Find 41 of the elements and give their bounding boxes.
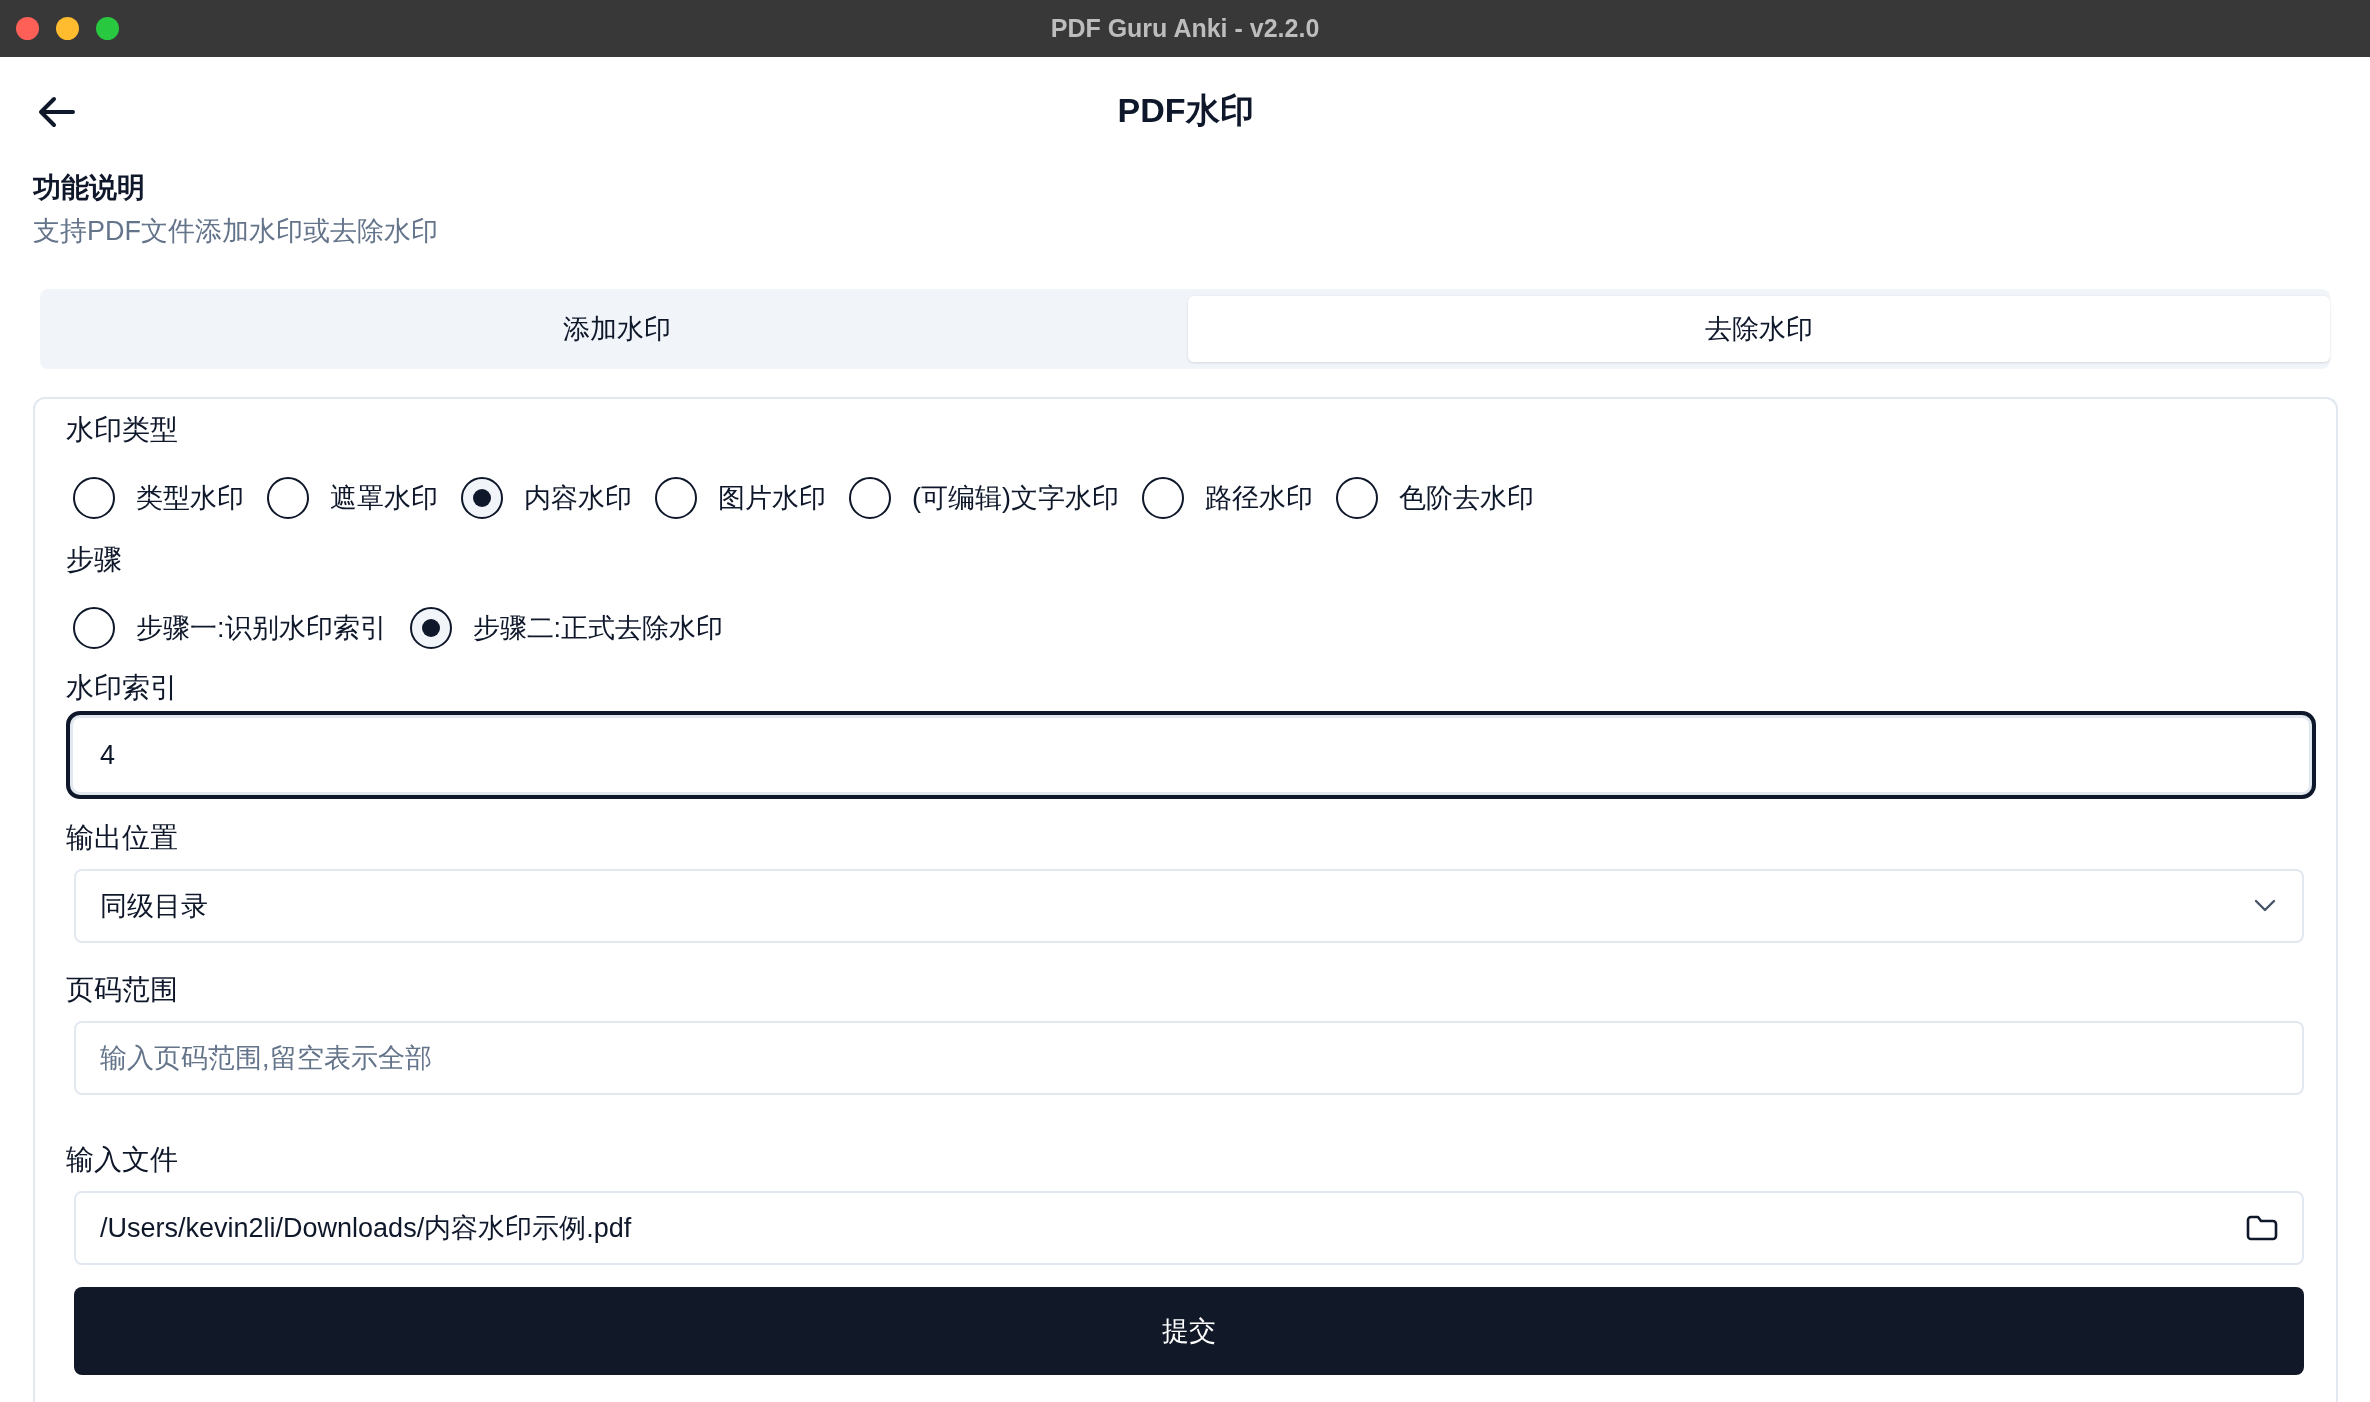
field-label: 水印类型: [66, 414, 178, 445]
radio-label: 内容水印: [524, 482, 632, 515]
minimize-icon[interactable]: [56, 17, 79, 40]
radio-button[interactable]: [1142, 477, 1184, 519]
radio-label: 步骤二:正式去除水印: [472, 612, 724, 645]
radio-button[interactable]: [849, 477, 891, 519]
folder-icon[interactable]: [2246, 1215, 2278, 1241]
radio-button[interactable]: [461, 477, 503, 519]
input-field[interactable]: 4: [66, 711, 2316, 799]
radio-label: 类型水印: [136, 482, 244, 515]
field-label: 步骤: [66, 544, 122, 575]
input-field[interactable]: 输入页码范围,留空表示全部: [74, 1021, 2304, 1095]
chevron-down-icon: [2254, 899, 2276, 913]
maximize-icon[interactable]: [96, 17, 119, 40]
radio-button[interactable]: [655, 477, 697, 519]
field-label: 水印索引: [66, 672, 178, 703]
field-label: 输入文件: [66, 1144, 178, 1175]
input-field[interactable]: /Users/kevin2li/Downloads/内容水印示例.pdf: [74, 1191, 2304, 1265]
radio-button[interactable]: [73, 607, 115, 649]
radio-button[interactable]: [409, 607, 452, 649]
window-title: PDF Guru Anki - v2.2.0: [1050, 14, 1320, 43]
radio-label: 路径水印: [1205, 482, 1313, 515]
field-label: 页码范围: [66, 974, 178, 1005]
radio-label: 色阶去水印: [1399, 482, 1534, 515]
section-heading: 功能说明: [33, 171, 146, 205]
back-arrow-icon[interactable]: [37, 95, 77, 129]
radio-button[interactable]: [1336, 477, 1378, 519]
radio-label: 图片水印: [718, 482, 826, 515]
page-title: PDF水印: [1117, 90, 1254, 131]
tab[interactable]: 去除水印: [1188, 296, 2330, 362]
select-field[interactable]: 同级目录: [74, 869, 2304, 943]
radio-button[interactable]: [267, 477, 309, 519]
description-text: 支持PDF文件添加水印或去除水印: [33, 215, 438, 248]
field-label: 输出位置: [66, 822, 178, 853]
radio-label: 遮罩水印: [330, 482, 438, 515]
radio-label: (可编辑)文字水印: [912, 482, 1119, 515]
radio-button[interactable]: [73, 477, 115, 519]
close-icon[interactable]: [16, 17, 39, 40]
tab[interactable]: 添加水印: [46, 296, 1188, 362]
submit-button[interactable]: 提交: [74, 1287, 2304, 1375]
radio-label: 步骤一:识别水印索引: [136, 612, 387, 645]
